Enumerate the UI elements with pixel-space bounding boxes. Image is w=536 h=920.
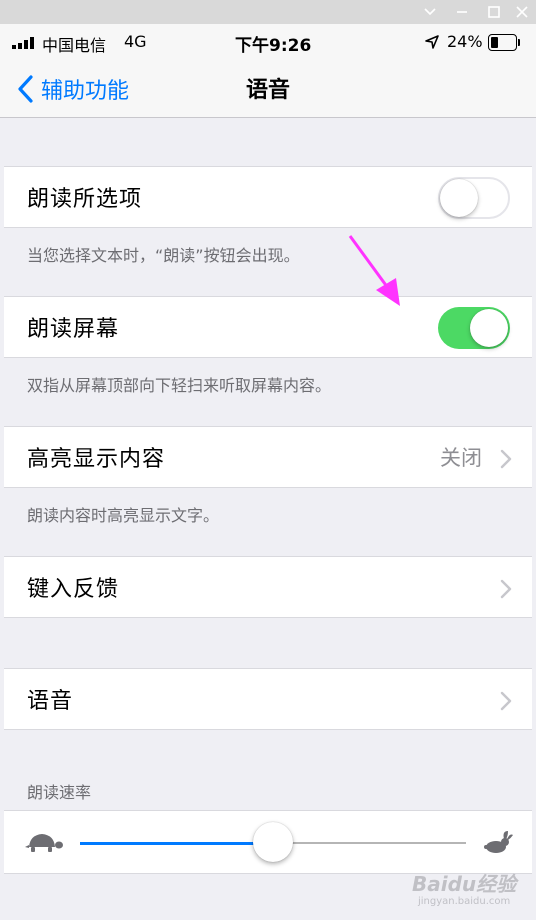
speak-screen-row[interactable]: 朗读屏幕 xyxy=(4,296,532,358)
toggle-knob xyxy=(440,179,478,217)
close-icon xyxy=(516,6,528,18)
rate-slider-thumb[interactable] xyxy=(253,822,293,862)
typing-feedback-label: 键入反馈 xyxy=(27,577,120,602)
speaking-rate-header: 朗读速率 xyxy=(27,783,92,802)
voices-row[interactable]: 语音 xyxy=(4,668,532,730)
navigation-bar: 辅助功能 语音 xyxy=(0,60,536,118)
chevron-right-icon xyxy=(500,691,512,711)
carrier-label: 中国电信 xyxy=(42,36,107,55)
toggle-knob xyxy=(470,309,508,347)
highlight-content-footer: 朗读内容时高亮显示文字。 xyxy=(27,506,220,525)
speak-selection-row[interactable]: 朗读所选项 xyxy=(4,166,532,228)
battery-percent: 24% xyxy=(447,32,483,51)
battery-icon xyxy=(488,34,520,51)
speak-screen-toggle[interactable] xyxy=(438,307,510,349)
annotation-arrow-icon xyxy=(348,235,400,306)
rabbit-icon xyxy=(484,831,513,853)
window-titlebar xyxy=(0,0,536,24)
chevron-down-icon xyxy=(424,8,436,16)
page-title: 语音 xyxy=(245,78,290,103)
chevron-right-icon xyxy=(500,579,512,599)
speak-selection-footer: 当您选择文本时，“朗读”按钮会出现。 xyxy=(27,246,300,265)
typing-feedback-row[interactable]: 键入反馈 xyxy=(4,556,532,618)
minimize-line-button[interactable] xyxy=(446,0,478,24)
minimize-button[interactable] xyxy=(414,0,446,24)
speak-selection-toggle[interactable] xyxy=(438,177,510,219)
speak-selection-label: 朗读所选项 xyxy=(27,187,143,212)
signal-icon xyxy=(12,37,34,49)
watermark: Baidu经验 jingyan.baidu.com xyxy=(412,868,532,914)
chevron-right-icon xyxy=(500,449,512,469)
maximize-icon xyxy=(488,6,500,18)
voices-label: 语音 xyxy=(27,689,74,714)
speak-screen-footer: 双指从屏幕顶部向下轻扫来听取屏幕内容。 xyxy=(27,376,332,395)
minimize-icon xyxy=(457,11,467,13)
rate-slider-fill xyxy=(80,842,273,845)
status-bar: 中国电信 4G 下午9:26 24% xyxy=(0,24,536,60)
watermark-logo: Baidu经验 xyxy=(412,872,517,896)
highlight-content-value: 关闭 xyxy=(440,446,482,470)
network-label: 4G xyxy=(124,32,147,51)
speak-screen-label: 朗读屏幕 xyxy=(27,317,120,342)
turtle-icon xyxy=(25,834,63,852)
highlight-content-row[interactable]: 高亮显示内容 关闭 xyxy=(4,426,532,488)
clock: 下午9:26 xyxy=(235,36,312,56)
watermark-url: jingyan.baidu.com xyxy=(418,896,511,907)
highlight-content-label: 高亮显示内容 xyxy=(27,447,166,472)
close-button[interactable] xyxy=(506,0,536,24)
location-arrow-icon xyxy=(425,35,439,49)
speaking-rate-row xyxy=(4,810,532,874)
